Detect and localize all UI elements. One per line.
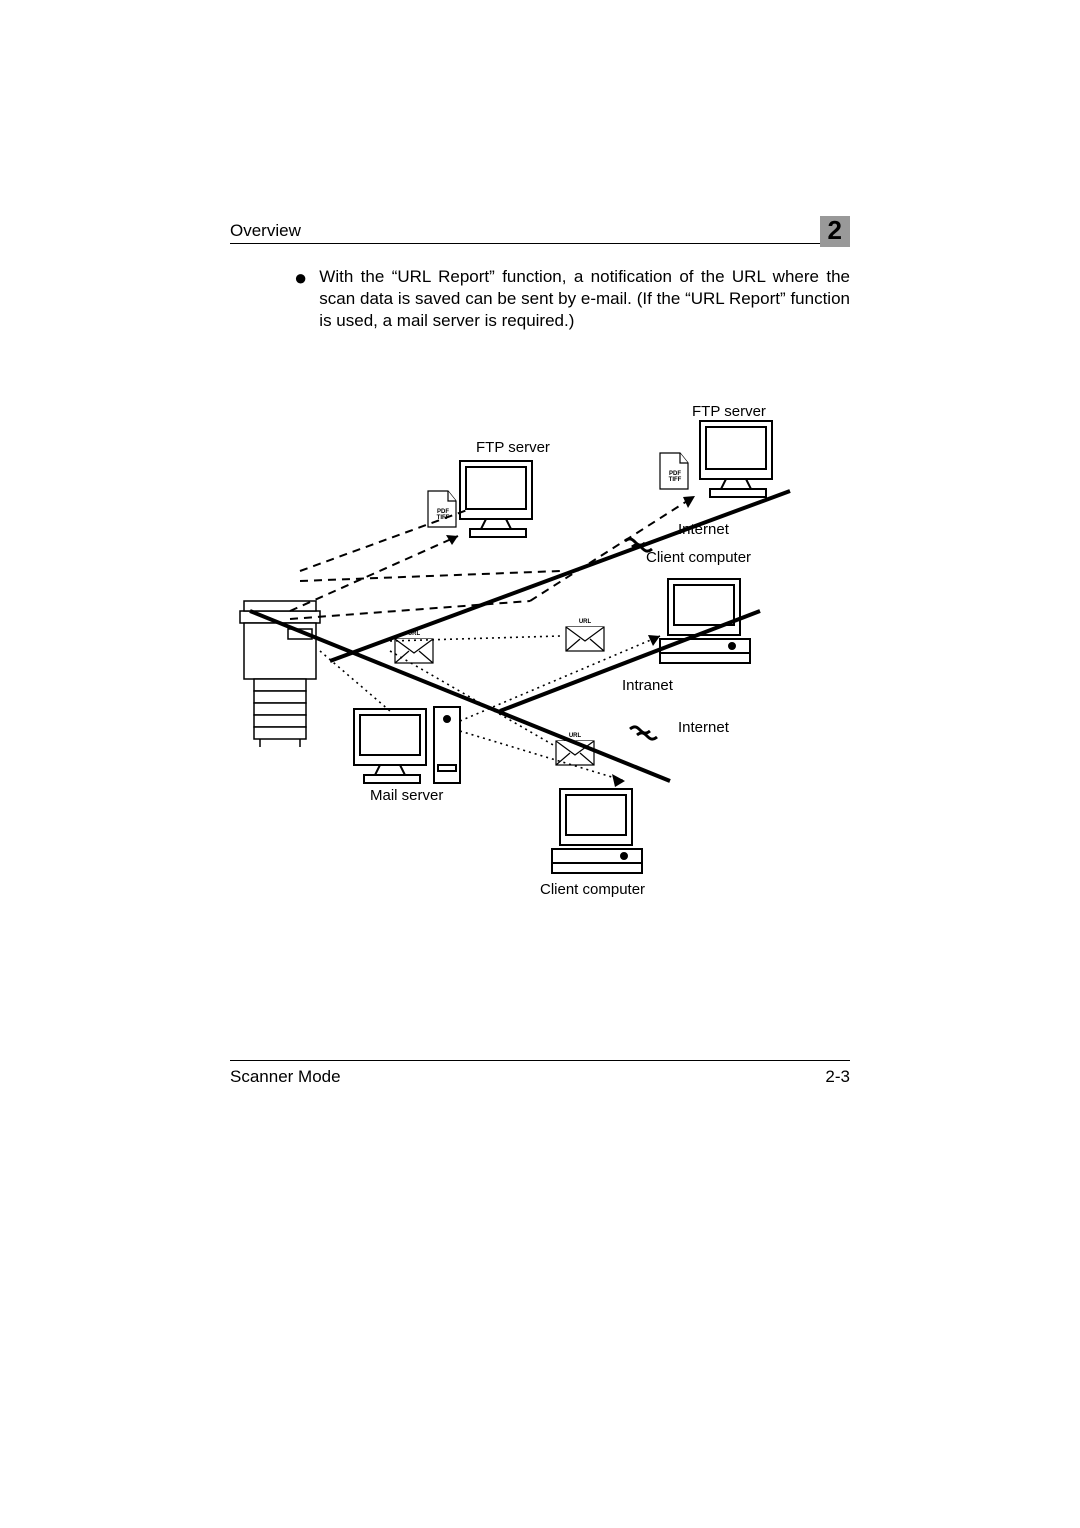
section-title: Overview <box>230 221 301 241</box>
monitor-ftp1-icon <box>460 461 532 537</box>
footer-page: 2-3 <box>825 1067 850 1087</box>
url-tag-3: URL <box>566 733 584 739</box>
bullet-text: With the “URL Report” function, a notifi… <box>319 266 850 333</box>
url-tag-1: URL <box>405 631 423 637</box>
bullet-item: ● With the “URL Report” function, a noti… <box>294 266 850 333</box>
file-tag-2: PDFTIFF <box>664 471 686 484</box>
label-internet1: Internet <box>678 521 729 538</box>
client2-icon <box>552 789 642 873</box>
network-diagram: FTP server FTP server Internet Client co… <box>230 351 850 1051</box>
chapter-badge: 2 <box>820 216 850 247</box>
mail-server-icon <box>354 707 460 783</box>
envelope1-icon <box>395 639 433 663</box>
page-header: Overview 2 <box>230 210 850 244</box>
url-tag-2: URL <box>576 619 594 625</box>
label-mailserver: Mail server <box>370 787 443 804</box>
page-footer: Scanner Mode 2-3 <box>230 1060 850 1087</box>
label-ftp1: FTP server <box>476 439 550 456</box>
monitor-ftp2-icon <box>700 421 772 497</box>
label-internet2: Internet <box>678 719 729 736</box>
label-ftp2: FTP server <box>692 403 766 420</box>
envelope2-icon <box>566 627 604 651</box>
label-intranet: Intranet <box>622 677 673 694</box>
label-client2: Client computer <box>540 881 645 898</box>
label-client1: Client computer <box>646 549 751 566</box>
bullet-icon: ● <box>294 267 307 333</box>
diagram-svg <box>230 351 850 1051</box>
file-tag-1: PDFTIFF <box>432 509 454 522</box>
page-content: Overview 2 ● With the “URL Report” funct… <box>230 210 850 1051</box>
footer-mode: Scanner Mode <box>230 1067 341 1087</box>
